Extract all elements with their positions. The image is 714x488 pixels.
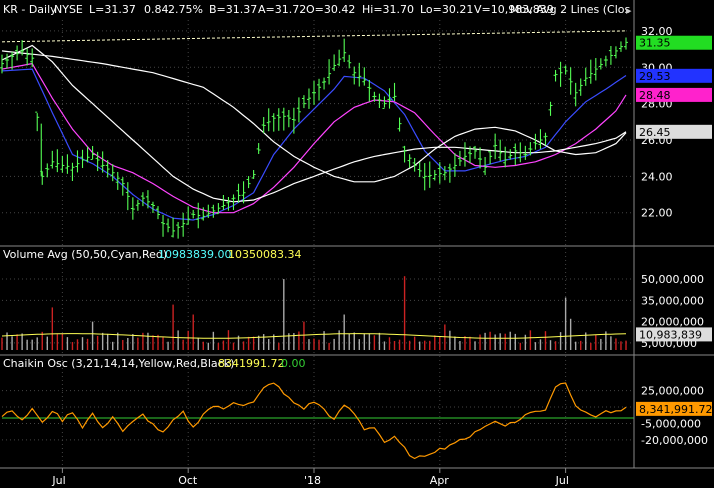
- value-badge: 28.48: [636, 87, 712, 102]
- price-tick-label: 22.00: [641, 207, 673, 220]
- date-tick-label: '18: [304, 474, 321, 487]
- oscillator-tick-label: -20,000,000: [641, 434, 708, 447]
- scroll-right-icon[interactable]: ▸: [626, 4, 632, 17]
- volume-tick-label: 35,000,000: [641, 294, 704, 307]
- header-change: 0.84: [144, 3, 169, 16]
- date-tick-label: Oct: [178, 474, 198, 487]
- header-low: Lo=30.21: [420, 3, 473, 16]
- header-bid: B=31.37: [209, 3, 257, 16]
- volume-avg-value: 10983839.00: [158, 248, 231, 261]
- date-tick-label: Apr: [430, 474, 450, 487]
- svg-text:29.53: 29.53: [639, 70, 671, 83]
- volume-tick-label: 20,000,000: [641, 316, 704, 329]
- header-exchange: NYSE: [54, 3, 83, 16]
- oscillator-tick-label: 25,000,000: [641, 385, 704, 398]
- price-tick-label: 24.00: [641, 170, 673, 183]
- chaikin-value2: 0.00: [281, 357, 306, 370]
- svg-text:26.45: 26.45: [639, 126, 671, 139]
- date-tick-label: Jul: [555, 474, 569, 487]
- svg-text:8,341,991.72: 8,341,991.72: [639, 403, 712, 416]
- value-badge: 31.35: [636, 35, 712, 50]
- header-change-pct: 2.75%: [168, 3, 203, 16]
- header-ask: A=31.72: [258, 3, 306, 16]
- oscillator-tick-label: -5,000,000: [641, 417, 701, 430]
- volume-tick-label: 50,000,000: [641, 273, 704, 286]
- value-badge: 10,983,839: [636, 327, 712, 342]
- stock-chart[interactable]: 22.0024.0026.0028.0030.0032.00 5,000,000…: [0, 0, 714, 488]
- chaikin-value: 8341991.72: [218, 357, 284, 370]
- value-badge: 29.53: [636, 68, 712, 83]
- value-badge: 26.45: [636, 124, 712, 139]
- header-open: O=30.42: [306, 3, 355, 16]
- volume-avg2-value: 10350083.34: [228, 248, 301, 261]
- svg-text:31.35: 31.35: [639, 37, 671, 50]
- header-high: Hi=31.70: [362, 3, 414, 16]
- svg-text:28.48: 28.48: [639, 89, 671, 102]
- header-last: L=31.37: [89, 3, 136, 16]
- svg-text:10,983,839: 10,983,839: [639, 328, 702, 341]
- value-badge: 8,341,991.72: [636, 401, 712, 416]
- chart-background: [0, 0, 714, 488]
- header-study: Mov Avg 2 Lines (Clos: [510, 3, 631, 16]
- chaikin-panel-label: Chaikin Osc (3,21,14,14,Yellow,Red,Black…: [3, 357, 234, 370]
- date-tick-label: Jul: [51, 474, 65, 487]
- volume-panel-label: Volume Avg (50,50,Cyan,Red): [3, 248, 167, 261]
- header-symbol: KR - Daily: [3, 3, 57, 16]
